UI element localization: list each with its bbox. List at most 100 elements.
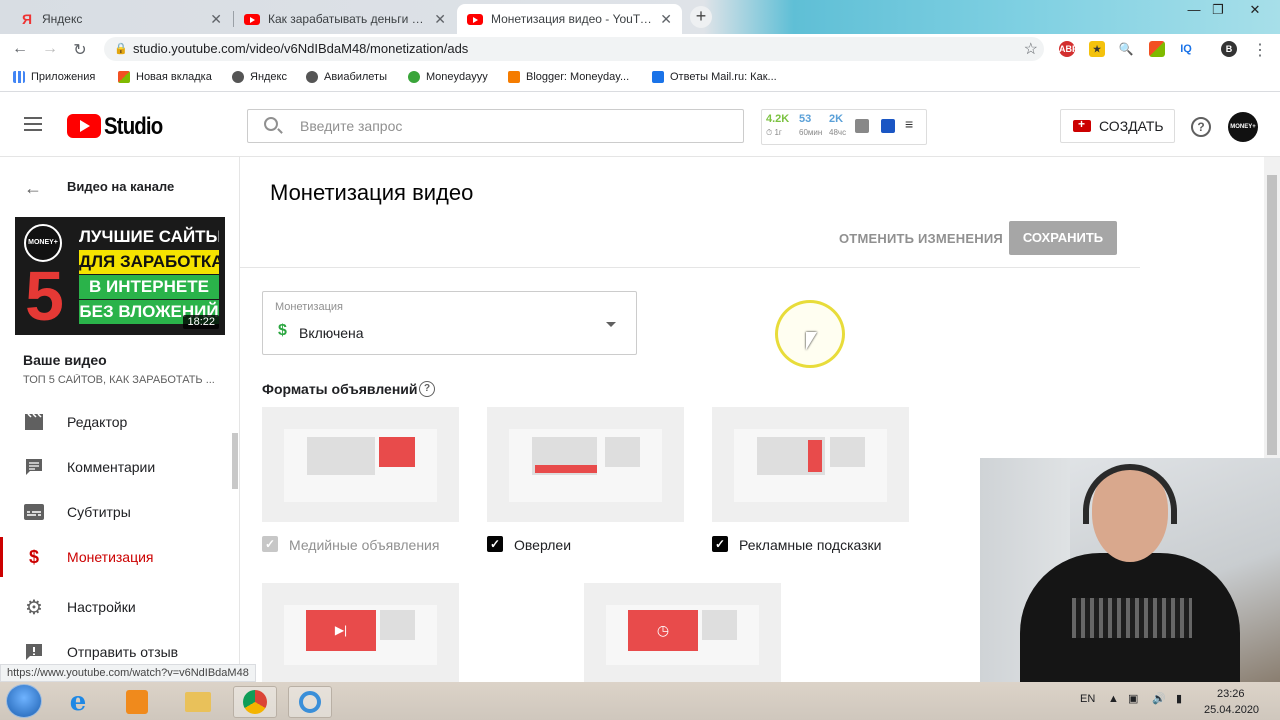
timer-icon: ◷ xyxy=(628,610,698,651)
search-input[interactable] xyxy=(300,118,700,134)
clock-time[interactable]: 23:26 xyxy=(1217,688,1245,700)
status-bar-url: https://www.youtube.com/watch?v=v6NdIBda… xyxy=(0,664,256,682)
reload-icon[interactable]: ↻ xyxy=(70,40,90,60)
money-bag-icon xyxy=(408,71,420,83)
search-box[interactable] xyxy=(247,109,744,143)
sidebar-item-editor[interactable]: Редактор xyxy=(0,402,232,442)
hamburger-menu-icon[interactable] xyxy=(24,117,42,131)
action-center-icon[interactable]: ▣ xyxy=(1128,692,1138,705)
dollar-icon: $ xyxy=(28,546,39,567)
save-button[interactable]: СОХРАНИТЬ xyxy=(1009,221,1117,255)
more-menu-icon[interactable]: ⋮ xyxy=(1250,40,1270,60)
youtube-logo-icon[interactable] xyxy=(67,114,101,138)
sponsored-cards-label: Рекламные подсказки xyxy=(739,537,882,553)
new-tab-button[interactable]: + xyxy=(690,6,712,28)
video-thumbnail[interactable]: MONEY+ 5 ЛУЧШИЕ САЙТЫ ДЛЯ ЗАРАБОТКА В ИН… xyxy=(15,217,225,335)
bookmark-moneydayyy[interactable]: Moneydayyy xyxy=(408,71,488,83)
bookmark-label: Яндекс xyxy=(250,71,287,83)
create-button[interactable]: СОЗДАТЬ xyxy=(1060,109,1175,143)
tab-youtube-video[interactable]: Как зарабатывать деньги в инте ✕ xyxy=(234,4,456,34)
help-icon[interactable]: ? xyxy=(419,381,435,397)
list-menu-icon[interactable]: ≡ xyxy=(905,116,913,132)
bookmark-label: Новая вкладка xyxy=(136,71,212,83)
sidebar-item-comments[interactable]: Комментарии xyxy=(0,447,232,487)
stat-label: 48чс xyxy=(829,128,847,137)
sidebar-item-label: Настройки xyxy=(67,599,136,615)
bookmark-apps[interactable]: Приложения xyxy=(13,71,95,83)
bookmark-mail-answers[interactable]: Ответы Mail.ru: Как... xyxy=(652,71,777,83)
select-label: Монетизация xyxy=(275,301,343,313)
sidebar-item-label: Редактор xyxy=(67,414,128,430)
extension-icon[interactable]: ★ xyxy=(1089,41,1105,57)
explorer-folder-icon[interactable] xyxy=(176,686,220,718)
display-ads-checkbox[interactable]: ✓ xyxy=(262,536,278,552)
help-icon[interactable]: ? xyxy=(1191,117,1211,137)
restore-icon[interactable]: ❐ xyxy=(1207,2,1229,18)
play-extension-icon[interactable] xyxy=(881,119,895,133)
sidebar-scrollbar[interactable] xyxy=(232,433,238,489)
volume-icon[interactable]: 🔊 xyxy=(1152,692,1166,705)
monetization-select[interactable]: Монетизация $ Включена xyxy=(262,291,637,355)
thumbnail-line: В ИНТЕРНЕТЕ xyxy=(79,275,219,299)
sidebar-item-subtitles[interactable]: Субтитры xyxy=(0,492,232,532)
minimize-icon[interactable]: — xyxy=(1183,2,1205,17)
duration-badge: 18:22 xyxy=(183,315,219,329)
back-to-channel-videos[interactable]: Видео на канале xyxy=(67,179,174,194)
comment-icon xyxy=(24,458,44,476)
media-player-icon[interactable] xyxy=(115,686,159,718)
chrome-icon[interactable] xyxy=(233,686,277,718)
question-icon xyxy=(652,71,664,83)
tab-title: Яндекс xyxy=(42,12,83,26)
close-icon[interactable]: ✕ xyxy=(660,11,672,28)
adblock-icon[interactable]: ABP xyxy=(1059,41,1078,57)
dollar-icon: $ xyxy=(278,322,287,339)
tab-yandex[interactable]: Я Яндекс ✕ xyxy=(10,4,232,34)
forward-arrow-icon[interactable]: → xyxy=(40,40,60,58)
tab-title: Монетизация видео - YouTube xyxy=(491,12,655,26)
avatar[interactable]: MONEY+ xyxy=(1228,112,1258,142)
bookmark-yandex[interactable]: Яндекс xyxy=(232,71,287,83)
tray-expand-icon[interactable]: ▲ xyxy=(1108,693,1119,705)
bookmark-new-tab[interactable]: Новая вкладка xyxy=(118,71,212,83)
analytics-extension-widget[interactable]: 4.2K ⏱ 1г 53 60мин 2K 48чс ≡ xyxy=(761,109,927,145)
bookmark-aviabilety[interactable]: Авиабилеты xyxy=(306,71,387,83)
sidebar-item-settings[interactable]: ⚙ Настройки xyxy=(0,587,232,627)
close-icon[interactable]: ✕ xyxy=(210,11,222,28)
network-icon[interactable]: ▮ xyxy=(1176,692,1182,705)
sponsored-cards-checkbox[interactable]: ✓ xyxy=(712,536,728,552)
address-bar[interactable]: 🔒 studio.youtube.com/video/v6NdIBdaM48/m… xyxy=(104,37,1044,61)
clock-date[interactable]: 25.04.2020 xyxy=(1204,704,1259,716)
bookmark-label: Blogger: Moneyday... xyxy=(526,71,630,83)
magnifier-extension-icon[interactable]: 🔍 xyxy=(1118,41,1134,57)
sidebar-item-label: Отправить отзыв xyxy=(67,644,179,660)
close-window-icon[interactable]: ✕ xyxy=(1244,2,1266,18)
start-button-icon[interactable] xyxy=(6,684,42,718)
tab-monetization[interactable]: Монетизация видео - YouTube ✕ xyxy=(457,4,682,34)
windows-extension-icon[interactable] xyxy=(1149,41,1165,57)
overlay-ads-checkbox[interactable]: ✓ xyxy=(487,536,503,552)
youtube-icon xyxy=(244,13,260,25)
apps-grid-icon xyxy=(13,71,25,83)
studio-logo-text[interactable]: Studio xyxy=(104,113,163,141)
discard-changes-button[interactable]: ОТМЕНИТЬ ИЗМЕНЕНИЯ xyxy=(839,231,1003,246)
profile-icon[interactable]: B xyxy=(1221,41,1237,57)
thumbnail-line: ЛУЧШИЕ САЙТЫ xyxy=(79,227,219,246)
display-ads-label: Медийные объявления xyxy=(289,537,440,553)
sidebar-item-monetization[interactable]: $ Монетизация xyxy=(0,537,232,577)
feedback-icon xyxy=(24,643,44,661)
divider xyxy=(240,267,1140,268)
bookmark-star-icon[interactable]: ☆ xyxy=(1024,39,1038,59)
bar-chart-icon[interactable] xyxy=(855,119,869,133)
your-video-heading: Ваше видео xyxy=(23,352,107,368)
search-icon xyxy=(264,117,278,131)
bookmark-blogger[interactable]: Blogger: Moneyday... xyxy=(508,71,629,83)
iq-extension-icon[interactable]: IQ xyxy=(1178,41,1194,57)
close-icon[interactable]: ✕ xyxy=(434,11,446,28)
back-arrow-icon[interactable]: ← xyxy=(10,40,30,58)
display-ads-illustration xyxy=(262,407,459,522)
screen-recorder-icon[interactable] xyxy=(288,686,332,718)
language-indicator[interactable]: EN xyxy=(1080,693,1095,705)
back-arrow-icon[interactable]: ← xyxy=(24,178,42,199)
internet-explorer-icon[interactable]: e xyxy=(56,686,100,718)
stat-value: 2K xyxy=(829,113,844,125)
